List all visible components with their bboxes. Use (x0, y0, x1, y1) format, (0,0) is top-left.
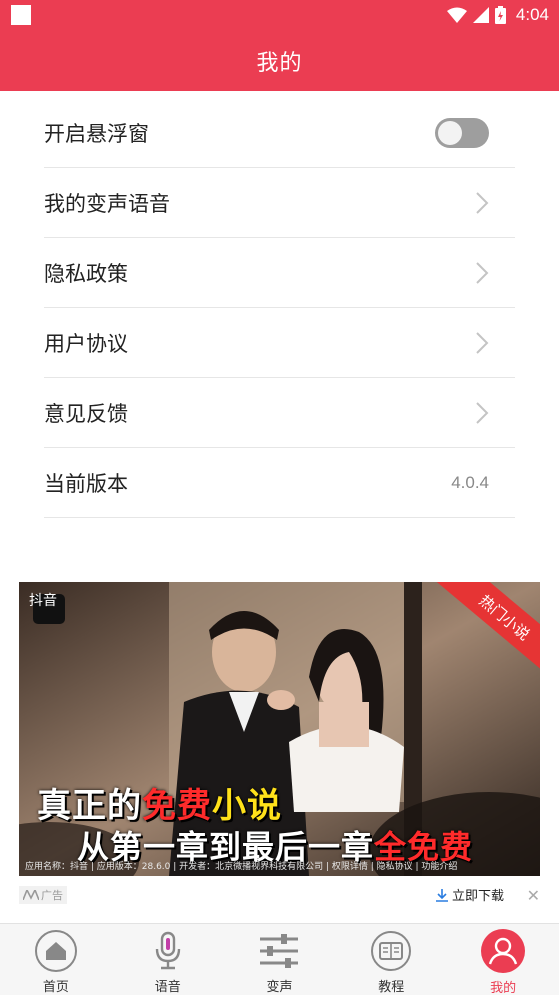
nav-voice-changer-label: 变声 (266, 980, 293, 995)
ad-headline-part2: 免费 (142, 786, 212, 826)
chevron-right-icon (475, 261, 489, 285)
ad-network-icon (23, 890, 39, 900)
notification-icon (11, 5, 31, 25)
user-icon (480, 928, 526, 974)
version-value: 4.0.4 (451, 472, 489, 492)
nav-voice[interactable]: 语音 (112, 924, 224, 995)
feedback-row[interactable]: 意见反馈 (44, 378, 515, 448)
nav-home[interactable]: 首页 (0, 924, 112, 995)
ad-download-button[interactable]: 立即下载 (435, 885, 504, 904)
chevron-right-icon (475, 401, 489, 425)
ad-tag: 广告 (19, 886, 67, 904)
toggle-knob (438, 120, 462, 145)
user-agreement-label: 用户协议 (44, 331, 128, 356)
ad-headline-part3: 小说 (212, 786, 282, 826)
chevron-right-icon (475, 331, 489, 355)
ad-headline-part1: 真正的 (37, 786, 142, 826)
nav-tutorial[interactable]: 教程 (335, 924, 447, 995)
nav-voice-label: 语音 (154, 980, 181, 995)
bottom-nav: 首页 语音 变声 教程 我的 (0, 923, 559, 995)
sliders-icon (256, 928, 302, 973)
battery-icon (494, 6, 506, 24)
version-row: 当前版本 4.0.4 (44, 448, 515, 518)
ad-tag-label: 广告 (41, 889, 63, 902)
nav-mine-label: 我的 (490, 981, 517, 995)
chevron-right-icon (475, 191, 489, 215)
ad-app-info: 应用名称：抖音 | 应用版本：28.6.0 | 开发者：北京微播视界科技有限公司… (25, 862, 458, 872)
status-indicators: 4:04 (446, 4, 549, 26)
feedback-label: 意见反馈 (44, 401, 128, 426)
wifi-icon (446, 7, 467, 23)
settings-list: 开启悬浮窗 我的变声语音 隐私政策 用户协议 意见反馈 当前版本 4.0.4 (44, 98, 515, 518)
floating-window-row[interactable]: 开启悬浮窗 (44, 98, 515, 168)
nav-mine[interactable]: 我的 (447, 924, 559, 995)
privacy-policy-row[interactable]: 隐私政策 (44, 238, 515, 308)
status-bar: 4:04 (0, 0, 559, 31)
ad-brand: 抖音 (29, 593, 57, 609)
ad-headline: 真正的免费小说 (37, 778, 282, 827)
user-agreement-row[interactable]: 用户协议 (44, 308, 515, 378)
version-label: 当前版本 (44, 471, 128, 496)
signal-icon (472, 7, 489, 23)
ad-close-icon[interactable]: ✕ (527, 886, 540, 905)
floating-window-label: 开启悬浮窗 (44, 121, 149, 146)
ad-banner[interactable]: 抖音 热门小说 真正的免费小说 从第一章到最后一章全免费 应用名称：抖音 | 应… (19, 582, 540, 876)
nav-home-label: 首页 (42, 980, 69, 995)
privacy-policy-label: 隐私政策 (44, 261, 128, 286)
page-title: 我的 (256, 51, 303, 76)
title-bar: 我的 (0, 31, 559, 91)
home-icon (33, 928, 79, 973)
download-icon (435, 888, 448, 902)
my-voice-row[interactable]: 我的变声语音 (44, 168, 515, 238)
ad-footer: 广告 立即下载 ✕ (19, 884, 540, 906)
floating-window-toggle[interactable] (435, 117, 489, 148)
my-voice-label: 我的变声语音 (44, 191, 170, 216)
microphone-icon (145, 928, 191, 973)
status-time: 4:04 (515, 5, 549, 24)
nav-voice-changer[interactable]: 变声 (224, 924, 336, 995)
ad-download-label: 立即下载 (451, 889, 504, 904)
tutorial-icon (368, 928, 414, 973)
nav-tutorial-label: 教程 (378, 980, 405, 995)
